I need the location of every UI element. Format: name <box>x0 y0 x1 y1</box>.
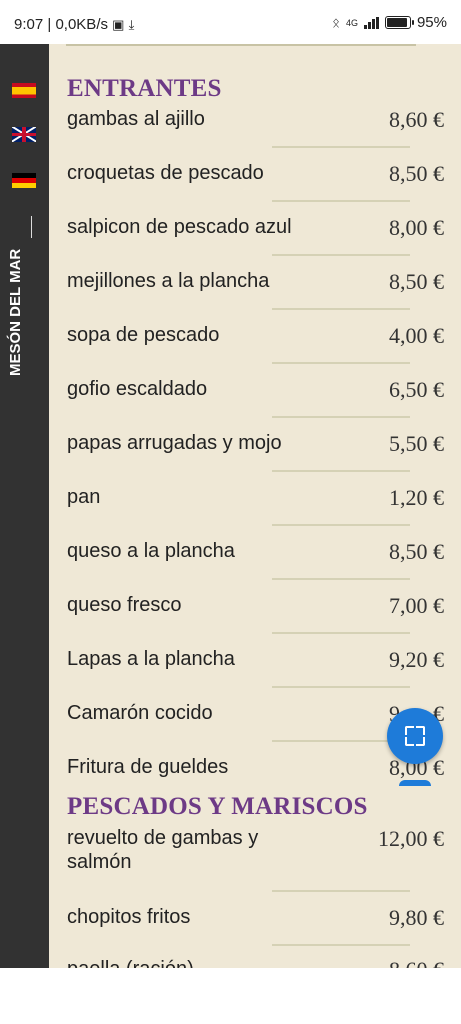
download-icon: ⤓ <box>128 17 135 32</box>
nfc-icon: ▣ <box>112 17 125 32</box>
top-divider <box>66 44 416 46</box>
clock: 9:07 <box>14 16 44 33</box>
item-name: Lapas a la plancha <box>67 648 235 670</box>
item-divider <box>272 200 410 202</box>
menu-item: revuelto de gambas y salmón 12,00 € <box>67 826 444 874</box>
item-price: 1,20 € <box>389 485 444 510</box>
scan-button[interactable] <box>387 708 443 764</box>
battery-icon <box>384 16 414 29</box>
status-bar: 9:07 | 0,0KB/s ▣ ⤓ ᛟ 4G 95% <box>0 0 461 44</box>
item-price: 8,60 € <box>389 107 444 132</box>
item-price: 8,50 € <box>389 161 444 186</box>
brand[interactable]: MESÓN DEL MAR <box>0 216 49 376</box>
menu-item: croquetas de pescado 8,50 € <box>67 161 444 186</box>
item-price: 8,60 € <box>389 957 444 968</box>
spain-flag-icon[interactable] <box>12 83 36 98</box>
menu-item: Fritura de gueldes 8,00 € <box>67 755 444 780</box>
uk-flag-icon[interactable] <box>12 127 36 142</box>
item-name: queso fresco <box>67 594 182 616</box>
item-name: gambas al ajillo <box>67 108 205 130</box>
scan-icon <box>405 726 425 746</box>
bottom-bar <box>0 968 461 1024</box>
battery-level: 95% <box>416 14 447 31</box>
item-price: 8,50 € <box>389 539 444 564</box>
item-divider <box>272 524 410 526</box>
menu-item: gofio escaldado 6,50 € <box>67 377 444 402</box>
item-name: gofio escaldado <box>67 378 208 400</box>
item-name: paella (ración) <box>67 957 367 968</box>
item-name: mejillones a la plancha <box>67 270 270 292</box>
menu-item: chopitos fritos 9,80 € <box>67 905 444 930</box>
section-heading-pescados: PESCADOS Y MARISCOS <box>67 793 368 820</box>
menu-item: sopa de pescado 4,00 € <box>67 323 444 348</box>
item-name: papas arrugadas y mojo <box>67 432 282 454</box>
item-name: salpicon de pescado azul <box>67 216 292 238</box>
item-divider <box>272 470 410 472</box>
menu-item: pan 1,20 € <box>67 485 444 510</box>
item-name: Fritura de gueldes <box>67 756 229 778</box>
item-divider <box>272 944 410 946</box>
menu-item: mejillones a la plancha 8,50 € <box>67 269 444 294</box>
item-divider <box>272 632 410 634</box>
fab-shadow <box>399 780 431 786</box>
item-price: 7,00 € <box>389 593 444 618</box>
bluetooth-icon: ᛟ <box>332 15 340 30</box>
status-right: ᛟ 4G 95% <box>332 14 447 31</box>
menu-item: queso a la plancha 8,50 € <box>67 539 444 564</box>
item-divider <box>272 362 410 364</box>
signal-icon <box>363 16 379 29</box>
status-left: 9:07 | 0,0KB/s ▣ ⤓ <box>14 16 134 33</box>
germany-flag-icon[interactable] <box>12 173 36 188</box>
item-price: 8,00 € <box>389 215 444 240</box>
item-price: 9,20 € <box>389 647 444 672</box>
item-price: 5,50 € <box>389 431 444 456</box>
section-heading-entrantes: ENTRANTES <box>67 75 222 102</box>
item-name: croquetas de pescado <box>67 162 264 184</box>
brand-divider <box>31 216 32 238</box>
item-price: 12,00 € <box>378 826 444 851</box>
menu-content[interactable]: ENTRANTES gambas al ajillo 8,60 € croque… <box>49 44 461 968</box>
menu-item: papas arrugadas y mojo 5,50 € <box>67 431 444 456</box>
item-divider <box>272 578 410 580</box>
item-price: 9,80 € <box>389 905 444 930</box>
item-name: sopa de pescado <box>67 324 220 346</box>
brand-name: MESÓN DEL MAR <box>7 248 24 376</box>
item-divider <box>272 308 410 310</box>
menu-item: gambas al ajillo 8,60 € <box>67 107 444 132</box>
menu-item: Camarón cocido 9,… € <box>67 701 444 726</box>
item-divider <box>272 686 410 688</box>
item-name: Camarón cocido <box>67 702 213 724</box>
item-price: 4,00 € <box>389 323 444 348</box>
item-name: revuelto de gambas y salmón <box>67 827 259 873</box>
item-divider <box>272 416 410 418</box>
item-price: 8,50 € <box>389 269 444 294</box>
network-speed: 0,0KB/s <box>55 16 108 33</box>
item-price: 6,50 € <box>389 377 444 402</box>
item-divider <box>272 254 410 256</box>
item-name: chopitos fritos <box>67 906 191 928</box>
item-name: pan <box>67 486 101 508</box>
network-type: 4G <box>345 17 358 28</box>
menu-item: queso fresco 7,00 € <box>67 593 444 618</box>
item-divider <box>272 146 410 148</box>
menu-item: Lapas a la plancha 9,20 € <box>67 647 444 672</box>
menu-item: salpicon de pescado azul 8,00 € <box>67 215 444 240</box>
item-name: queso a la plancha <box>67 540 235 562</box>
language-sidebar: MESÓN DEL MAR <box>0 44 49 968</box>
item-divider <box>272 890 410 892</box>
menu-item: paella (ración) 8,60 € <box>67 957 444 968</box>
